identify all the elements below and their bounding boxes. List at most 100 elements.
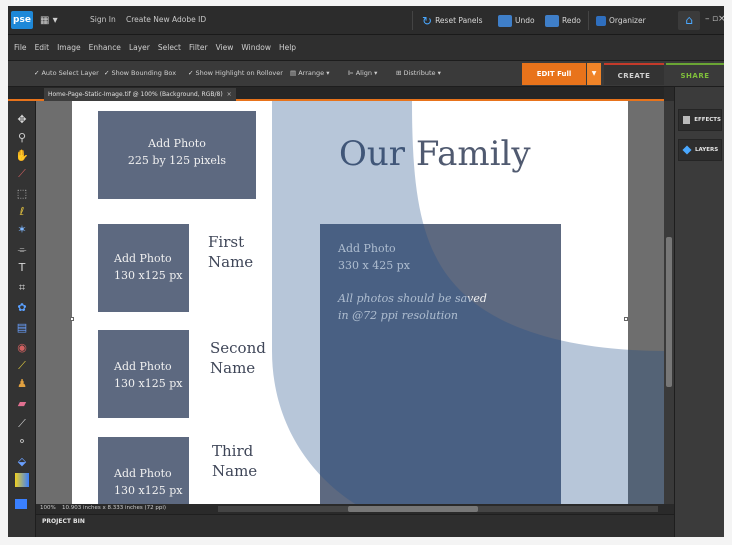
title-separator-2: [588, 11, 589, 30]
chevron-down-icon: ▼: [591, 70, 597, 77]
photo-placeholder-3[interactable]: Add Photo 130 x125 px: [98, 437, 189, 504]
eyedropper-tool-icon[interactable]: ⟋: [15, 167, 29, 181]
smart-brush-tool-icon[interactable]: ⚬: [15, 435, 29, 449]
type-tool-icon[interactable]: T: [15, 261, 29, 275]
zoom-level[interactable]: 100%: [40, 505, 56, 511]
reset-panels-button[interactable]: ↻ Reset Panels: [422, 12, 483, 29]
magic-wand-tool-icon[interactable]: ✶: [15, 223, 29, 237]
distribute-label: Distribute: [403, 69, 436, 77]
menu-filter[interactable]: Filter: [189, 43, 208, 52]
vertical-scrollbar[interactable]: [664, 101, 674, 504]
arrange-label: Arrange: [298, 69, 325, 77]
organizer-label: Organizer: [609, 16, 646, 25]
menu-window[interactable]: Window: [241, 43, 271, 52]
selection-brush-tool-icon[interactable]: ⌯: [15, 243, 29, 257]
organizer-icon: [596, 15, 606, 26]
document-page[interactable]: Add Photo 225 by 125 pixels Our Family A…: [70, 101, 628, 504]
straighten-tool-icon[interactable]: ▤: [15, 321, 29, 335]
home-button[interactable]: ⌂: [678, 11, 700, 30]
placeholder-label: Add Photo: [114, 467, 172, 480]
distribute-dropdown[interactable]: ⊞ Distribute ▾: [396, 69, 441, 77]
checkmark-icon: ✓: [34, 69, 40, 77]
bounding-box-checkbox[interactable]: ✓ Show Bounding Box: [104, 69, 176, 77]
lasso-tool-icon[interactable]: ℓ: [15, 205, 29, 219]
create-adobe-id-link[interactable]: Create New Adobe ID: [126, 15, 206, 24]
vertical-scroll-thumb[interactable]: [666, 237, 672, 387]
hand-tool-icon[interactable]: ✋: [15, 149, 29, 163]
name-line: Second: [210, 339, 266, 357]
photo-placeholder-large[interactable]: Add Photo 225 by 125 pixels: [98, 111, 256, 199]
effects-panel-button[interactable]: EFFECTS: [678, 109, 722, 131]
zoom-tool-icon[interactable]: ⚲: [15, 131, 29, 145]
menu-view[interactable]: View: [216, 43, 234, 52]
sign-in-link[interactable]: Sign In: [90, 15, 116, 24]
undo-icon: [498, 14, 512, 27]
align-dropdown[interactable]: ⊫ Align ▾: [348, 69, 377, 77]
auto-select-checkbox[interactable]: ✓ Auto Select Layer: [34, 69, 99, 77]
edit-full-tab[interactable]: EDIT Full: [522, 63, 586, 85]
effects-icon: [683, 116, 691, 124]
paint-bucket-tool-icon[interactable]: ⬙: [15, 455, 29, 469]
canvas-area[interactable]: Add Photo 225 by 125 pixels Our Family A…: [36, 101, 664, 504]
organizer-button[interactable]: Organizer: [596, 12, 646, 29]
foreground-color-icon[interactable]: [15, 499, 27, 509]
share-tab[interactable]: SHARE: [666, 63, 724, 85]
layers-panel-button[interactable]: LAYERS: [678, 139, 722, 161]
checkmark-icon: ✓: [188, 69, 194, 77]
document-tab[interactable]: Home-Page-Static-Image.tif @ 100% (Backg…: [44, 88, 236, 101]
eraser-tool-icon[interactable]: ▰: [15, 397, 29, 411]
name-line: First: [208, 233, 245, 251]
marquee-tool-icon[interactable]: ⬚: [15, 187, 29, 201]
photoshop-elements-window: pse ▦ ▾ Sign In Create New Adobe ID ↻ Re…: [8, 6, 724, 537]
document-tab-title: Home-Page-Static-Image.tif @ 100% (Backg…: [48, 91, 223, 98]
horizontal-scroll-thumb[interactable]: [348, 506, 478, 512]
menu-layer[interactable]: Layer: [129, 43, 150, 52]
placeholder-size: 130 x125 px: [114, 377, 183, 390]
reset-icon: ↻: [422, 13, 433, 28]
distribute-icon: ⊞: [396, 69, 404, 77]
menu-help[interactable]: Help: [279, 43, 296, 52]
auto-select-label: Auto Select Layer: [41, 69, 99, 77]
menu-edit[interactable]: Edit: [35, 43, 50, 52]
cookie-cutter-tool-icon[interactable]: ✿: [15, 301, 29, 315]
menu-enhance[interactable]: Enhance: [89, 43, 121, 52]
name-label-2: Second Name: [210, 338, 266, 378]
undo-label: Undo: [515, 16, 535, 25]
clone-stamp-tool-icon[interactable]: ♟: [15, 377, 29, 391]
redo-button[interactable]: Redo: [545, 12, 581, 29]
photo-placeholder-1[interactable]: Add Photo 130 x125 px: [98, 224, 189, 312]
layers-icon: [682, 145, 692, 155]
minimize-icon[interactable]: –: [705, 14, 710, 24]
close-tab-icon[interactable]: ×: [227, 91, 232, 98]
create-tab[interactable]: CREATE: [604, 63, 664, 85]
arrange-dropdown[interactable]: ▤ Arrange ▾: [290, 69, 329, 77]
status-bar: 100% 10.903 inches x 8.333 inches (72 pp…: [36, 504, 674, 514]
photo-placeholder-main[interactable]: Add Photo 330 x 425 px All photos should…: [320, 224, 561, 504]
transform-handle[interactable]: [624, 317, 628, 321]
menu-image[interactable]: Image: [57, 43, 81, 52]
horizontal-scrollbar[interactable]: [218, 506, 658, 512]
menu-bar: File Edit Image Enhance Layer Select Fil…: [8, 35, 724, 61]
placeholder-label: Add Photo: [338, 242, 396, 255]
red-eye-tool-icon[interactable]: ◉: [15, 341, 29, 355]
menu-file[interactable]: File: [14, 43, 27, 52]
close-icon[interactable]: ×: [718, 14, 724, 24]
move-tool-icon[interactable]: ✥: [15, 113, 29, 127]
crop-tool-icon[interactable]: ⌗: [15, 281, 29, 295]
edit-mode-dropdown[interactable]: ▼: [587, 63, 601, 85]
undo-button[interactable]: Undo: [498, 12, 535, 29]
brush-tool-icon[interactable]: ⟋: [15, 417, 29, 431]
placeholder-note: in @72 ppi resolution: [338, 309, 458, 322]
healing-brush-tool-icon[interactable]: ⟋: [15, 359, 29, 373]
highlight-label: Show Highlight on Rollover: [195, 69, 283, 77]
project-bin[interactable]: PROJECT BIN: [36, 514, 674, 537]
highlight-checkbox[interactable]: ✓ Show Highlight on Rollover: [188, 69, 283, 77]
gradient-tool-icon[interactable]: [15, 473, 29, 487]
photo-placeholder-2[interactable]: Add Photo 130 x125 px: [98, 330, 189, 418]
workspace-menu-button[interactable]: ▦ ▾: [40, 14, 68, 28]
menu-select[interactable]: Select: [158, 43, 181, 52]
transform-handle[interactable]: [70, 317, 74, 321]
home-icon: ⌂: [685, 13, 693, 27]
name-line: Name: [212, 462, 258, 480]
placeholder-size: 225 by 125 pixels: [127, 154, 227, 167]
